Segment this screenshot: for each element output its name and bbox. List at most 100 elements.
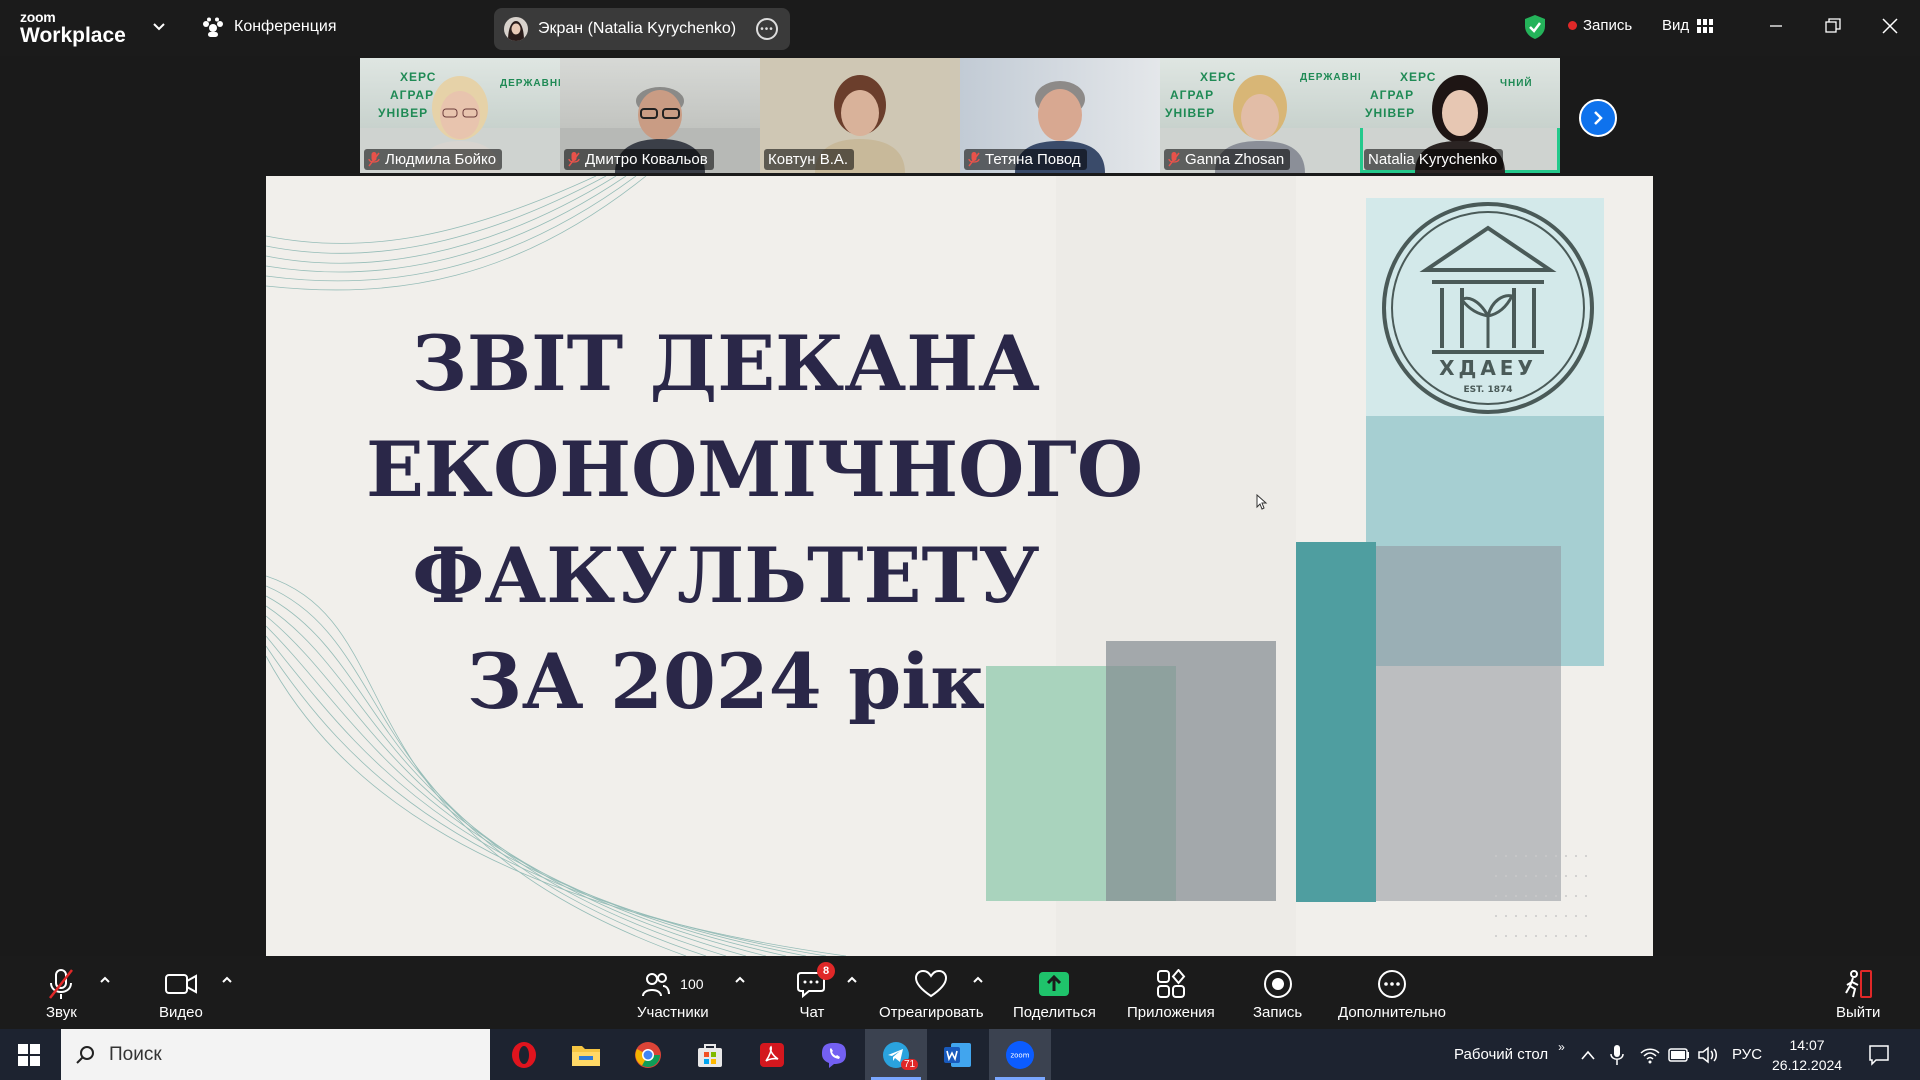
leave-button[interactable]: Выйти — [1836, 968, 1880, 1021]
language-indicator[interactable]: РУС — [1732, 1029, 1762, 1080]
chevron-right-icon — [1594, 111, 1603, 125]
audio-button[interactable]: Звук — [46, 968, 77, 1021]
participant-name: Дмитро Ковальов — [585, 151, 708, 168]
notifications-icon[interactable] — [1868, 1044, 1890, 1066]
close-icon[interactable] — [1878, 14, 1902, 38]
university-emblem: ХДАЕУ EST. 1874 — [1366, 198, 1604, 416]
windows-taskbar: Поиск 71 zoom Рабочий стол » РУС 14:07 2… — [0, 1029, 1920, 1080]
participant-tile-active[interactable]: ХЕРС АГРАР УНІВЕР ЧНИЙ Natalia Kyrychenk… — [1360, 58, 1560, 173]
screen-share-pill[interactable]: Экран (Natalia Kyrychenko) ••• — [494, 8, 790, 50]
shared-screen-slide: ЗВІТ ДЕКАНА ЕКОНОМІЧНОГО ФАКУЛЬТЕТУ ЗА 2… — [266, 176, 1653, 956]
taskbar-clock[interactable]: 14:07 26.12.2024 — [1772, 1035, 1842, 1075]
mic-muted-icon — [1168, 152, 1180, 167]
mic-muted-icon — [49, 969, 74, 999]
chevron-up-icon[interactable] — [1580, 1049, 1596, 1061]
shield-check-icon[interactable] — [1523, 14, 1547, 40]
participant-name: Natalia Kyrychenko — [1368, 151, 1498, 168]
chevron-up-icon[interactable] — [972, 976, 984, 984]
viber-app[interactable] — [803, 1029, 865, 1080]
mic-muted-icon — [568, 152, 580, 167]
zoom-app[interactable]: zoom — [989, 1029, 1051, 1080]
chevron-down-icon[interactable] — [152, 20, 166, 34]
participant-tile[interactable]: ХЕРС АГРАР УНІВЕР ДЕРЖАВНИЙ Людмила Бойк… — [360, 58, 560, 173]
share-screen-button[interactable]: Поделиться — [1013, 968, 1096, 1021]
wifi-icon[interactable] — [1640, 1046, 1660, 1064]
slide-title-line: ЕКОНОМІЧНОГО — [366, 425, 1144, 514]
conference-icon — [203, 17, 223, 37]
chevron-up-icon[interactable] — [99, 976, 111, 984]
chevron-up-icon[interactable] — [734, 976, 746, 984]
telegram-badge: 71 — [901, 1059, 919, 1070]
participants-button[interactable]: 100 Участники — [637, 968, 709, 1021]
slide-title: ЗВІТ ДЕКАНА ЕКОНОМІЧНОГО ФАКУЛЬТЕТУ ЗА 2… — [366, 311, 1144, 735]
participant-tile[interactable]: Ковтун В.А. — [760, 58, 960, 173]
participant-name-tag: Людмила Бойко — [364, 149, 503, 170]
conference-button[interactable]: Конференция — [202, 17, 337, 37]
recording-label: Запись — [1583, 17, 1633, 34]
recording-indicator[interactable]: Запись — [1568, 17, 1632, 34]
video-label: Видео — [159, 1004, 203, 1021]
logo-line1: zoom — [20, 9, 56, 25]
desktop-label: Рабочий стол — [1454, 1046, 1549, 1063]
telegram-app[interactable]: 71 — [865, 1029, 927, 1080]
leave-label: Выйти — [1836, 1004, 1881, 1021]
audio-label: Звук — [46, 1004, 77, 1021]
battery-icon[interactable] — [1668, 1048, 1690, 1062]
restore-icon[interactable] — [1821, 14, 1845, 38]
participant-tile[interactable]: ХЕРС АГРАР УНІВЕР ДЕРЖАВНИЙ Ganna Zhosan — [1160, 58, 1360, 173]
taskbar-search[interactable]: Поиск — [61, 1029, 490, 1080]
next-page-button[interactable] — [1579, 99, 1617, 137]
emblem-est: EST. 1874 — [1463, 385, 1512, 395]
participants-label: Участники — [637, 1004, 709, 1021]
video-button[interactable]: Видео — [159, 968, 203, 1021]
folder-icon — [572, 1045, 600, 1066]
chevron-up-icon[interactable] — [221, 976, 233, 984]
chrome-icon — [635, 1041, 661, 1068]
clock-time: 14:07 — [1789, 1037, 1825, 1053]
chat-button[interactable]: 8 Чат — [797, 962, 835, 1021]
zoom-logo: zoom Workplace — [20, 10, 126, 46]
viber-icon — [822, 1042, 846, 1068]
pdf-icon — [760, 1042, 784, 1067]
grid-view-icon — [1697, 18, 1714, 33]
participant-name-tag: Ковтун В.А. — [764, 149, 855, 170]
participants-count: 100 — [680, 976, 704, 992]
more-button[interactable]: Дополнительно — [1338, 968, 1446, 1021]
acrobat-app[interactable] — [741, 1029, 803, 1080]
windows-start-icon[interactable] — [18, 1044, 40, 1066]
participant-tile[interactable]: Тетяна Повод — [960, 58, 1160, 173]
meeting-top-bar: zoom Workplace Конференция Экран (Natali… — [0, 0, 1920, 56]
slide-title-line: ЗА 2024 рік — [466, 637, 986, 726]
chrome-app[interactable] — [617, 1029, 679, 1080]
minimize-icon[interactable] — [1764, 14, 1788, 38]
apps-icon — [1156, 969, 1186, 998]
chevron-up-icon[interactable] — [846, 976, 858, 984]
participant-name: Ganna Zhosan — [1185, 151, 1285, 168]
file-explorer-app[interactable] — [555, 1029, 617, 1080]
more-options-icon[interactable]: ••• — [756, 18, 778, 40]
participant-name: Ковтун В.А. — [768, 151, 849, 168]
participant-name-tag: Ganna Zhosan — [1164, 149, 1291, 170]
mouse-cursor-icon — [1256, 494, 1268, 510]
record-button[interactable]: Запись — [1253, 968, 1302, 1021]
apps-button[interactable]: Приложения — [1127, 968, 1215, 1021]
slide-title-line: ЗВІТ ДЕКАНА — [412, 319, 1040, 408]
participant-tile[interactable]: Дмитро Ковальов — [560, 58, 760, 173]
opera-app[interactable] — [493, 1029, 555, 1080]
avatar — [504, 17, 528, 41]
expand-icon: » — [1558, 1039, 1565, 1054]
desktop-toolbar[interactable]: Рабочий стол » — [1454, 1029, 1565, 1080]
participant-name-tag: Natalia Kyrychenko — [1364, 149, 1504, 170]
store-app[interactable] — [679, 1029, 741, 1080]
speaker-icon[interactable] — [1697, 1046, 1719, 1064]
slide-title-line: ФАКУЛЬТЕТУ — [412, 531, 1040, 620]
share-label: Поделиться — [1013, 1004, 1096, 1021]
video-camera-icon — [164, 974, 197, 994]
participant-strip: ХЕРС АГРАР УНІВЕР ДЕРЖАВНИЙ Людмила Бойк… — [360, 58, 1560, 173]
more-icon — [1377, 970, 1406, 998]
word-app[interactable] — [927, 1029, 989, 1080]
react-button[interactable]: Отреагировать — [879, 968, 984, 1021]
view-label: Вид — [1662, 17, 1690, 34]
view-button[interactable]: Вид — [1662, 17, 1714, 34]
microphone-icon[interactable] — [1610, 1044, 1624, 1066]
